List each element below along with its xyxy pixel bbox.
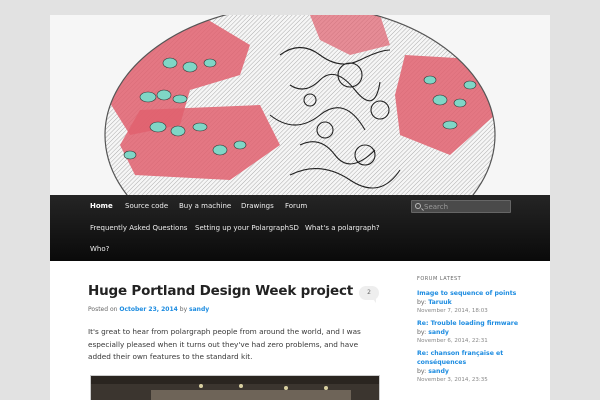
comment-count-bubble[interactable]: 2 (359, 286, 379, 303)
post-meta: Posted on October 23, 2014 by sandy (88, 306, 209, 313)
nav-item-setting-up[interactable]: Setting up your PolargraphSD (195, 224, 299, 232)
post-photo (91, 376, 379, 400)
nav-item-forum[interactable]: Forum (285, 202, 307, 210)
header-artwork (50, 15, 550, 195)
forum-latest-title: FORUM LATEST (417, 276, 462, 282)
nav-item-whats-a-polargraph[interactable]: What's a polargraph? (305, 224, 380, 232)
posted-on-label: Posted on (88, 306, 118, 313)
by-label: by: (417, 329, 427, 336)
forum-item: Re: chanson française et conséquences by… (417, 349, 537, 385)
forum-topic-link[interactable]: Re: Trouble loading firmware (417, 319, 537, 328)
forum-byline: by: Taruuk (417, 299, 452, 306)
forum-item: Re: Trouble loading firmware by: sandy N… (417, 319, 537, 346)
post-image[interactable] (90, 375, 380, 400)
forum-byline: by: sandy (417, 368, 449, 375)
nav-item-faq[interactable]: Frequently Asked Questions (90, 224, 187, 232)
nav-item-source-code[interactable]: Source code (125, 202, 168, 210)
header-image[interactable] (50, 15, 550, 195)
forum-item: Image to sequence of points by: Taruuk N… (417, 289, 537, 316)
nav-item-drawings[interactable]: Drawings (241, 202, 274, 210)
search-input[interactable] (422, 201, 512, 212)
nav-item-who[interactable]: Who? (90, 245, 109, 253)
forum-date: November 7, 2014, 18:03 (417, 308, 488, 314)
page: Home Source code Buy a machine Drawings … (50, 0, 550, 400)
forum-topic-link[interactable]: Re: chanson française et conséquences (417, 349, 537, 367)
by-label: by: (417, 368, 427, 375)
forum-date: November 6, 2014, 22:31 (417, 338, 488, 344)
sidebar: FORUM LATEST Image to sequence of points… (417, 276, 537, 388)
search-icon (415, 203, 421, 209)
nav-item-buy-a-machine[interactable]: Buy a machine (179, 202, 231, 210)
by-label: by (179, 306, 188, 313)
forum-date: November 3, 2014, 23:35 (417, 377, 488, 383)
by-label: by: (417, 299, 427, 306)
post-title[interactable]: Huge Portland Design Week project (88, 283, 353, 299)
forum-author-link[interactable]: sandy (428, 329, 449, 336)
forum-author-link[interactable]: Taruuk (428, 299, 452, 306)
forum-byline: by: sandy (417, 329, 449, 336)
post-author-link[interactable]: sandy (189, 306, 209, 313)
forum-author-link[interactable]: sandy (428, 368, 449, 375)
post-excerpt: It's great to hear from polargraph peopl… (88, 327, 361, 361)
search-box (411, 200, 512, 213)
nav-item-home[interactable]: Home (90, 202, 113, 210)
post-date-link[interactable]: October 23, 2014 (119, 306, 177, 313)
forum-topic-link[interactable]: Image to sequence of points (417, 289, 537, 298)
